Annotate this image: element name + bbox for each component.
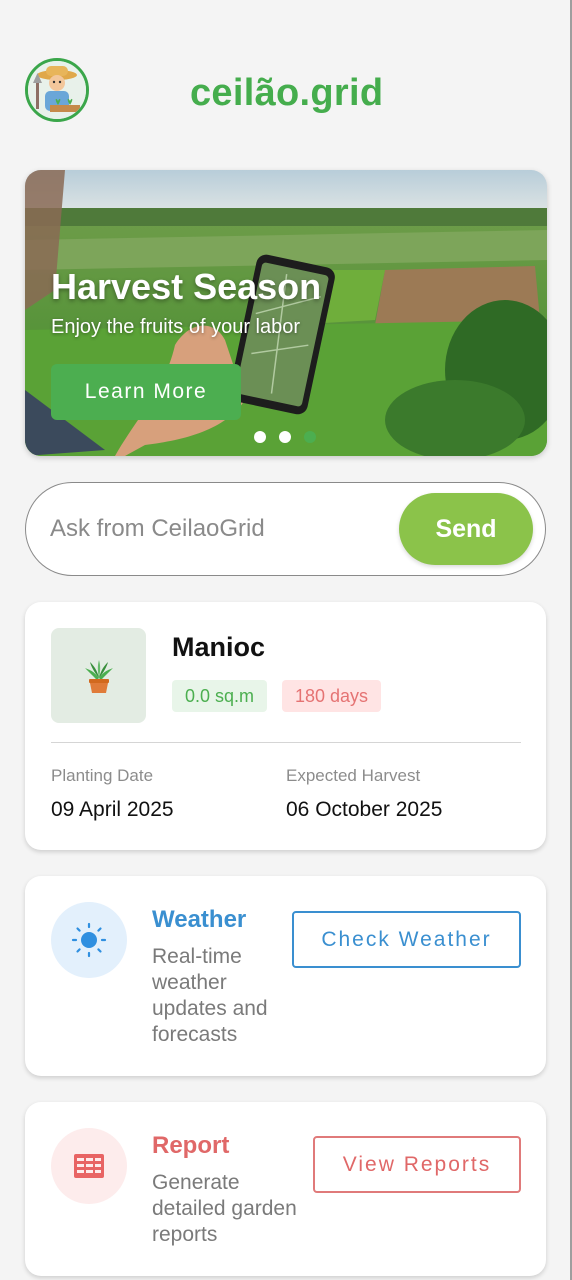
view-reports-button[interactable]: View Reports: [313, 1136, 521, 1193]
report-icon: [74, 1154, 104, 1178]
send-button[interactable]: Send: [399, 493, 533, 565]
area-badge: 0.0 sq.m: [172, 680, 268, 712]
report-description: Generate detailed garden reports: [152, 1171, 297, 1246]
report-icon-container: [51, 1128, 127, 1204]
expected-harvest-value: 06 October 2025: [286, 798, 443, 821]
carousel-dot[interactable]: [279, 431, 291, 443]
app-header: ceilão.grid: [25, 58, 545, 124]
carousel-indicator: [254, 431, 316, 443]
expected-harvest-label: Expected Harvest: [286, 766, 421, 785]
crop-thumbnail: [51, 628, 146, 723]
weather-card: Weather Real-time weather updates and fo…: [25, 876, 546, 1076]
check-weather-button[interactable]: Check Weather: [292, 911, 521, 968]
potted-plant-icon: [84, 659, 113, 693]
banner-title: Harvest Season: [51, 266, 322, 307]
learn-more-button[interactable]: Learn More: [51, 364, 241, 420]
promo-banner[interactable]: Harvest Season Enjoy the fruits of your …: [25, 170, 547, 456]
ask-bar: Send: [25, 482, 546, 576]
report-title: Report: [152, 1132, 230, 1159]
ask-input[interactable]: [50, 509, 390, 549]
crop-name: Manioc: [172, 632, 266, 662]
weather-icon-container: [51, 902, 127, 978]
report-card: Report Generate detailed garden reports …: [25, 1102, 546, 1276]
weather-title: Weather: [152, 906, 247, 933]
sun-icon: [71, 922, 107, 958]
weather-description: Real-time weather updates and forecasts: [152, 945, 268, 1046]
carousel-dot-active[interactable]: [304, 431, 316, 443]
planting-date-label: Planting Date: [51, 766, 154, 785]
app-title: ceilão.grid: [190, 72, 384, 114]
banner-subtitle: Enjoy the fruits of your labor: [51, 316, 301, 338]
farmer-avatar[interactable]: [25, 58, 89, 122]
farmer-icon: [28, 61, 86, 119]
carousel-dot[interactable]: [254, 431, 266, 443]
crop-card[interactable]: Manioc 0.0 sq.m 180 days Planting Date 0…: [25, 602, 546, 850]
divider: [51, 742, 521, 743]
duration-badge: 180 days: [282, 680, 382, 712]
planting-date-value: 09 April 2025: [51, 798, 174, 821]
